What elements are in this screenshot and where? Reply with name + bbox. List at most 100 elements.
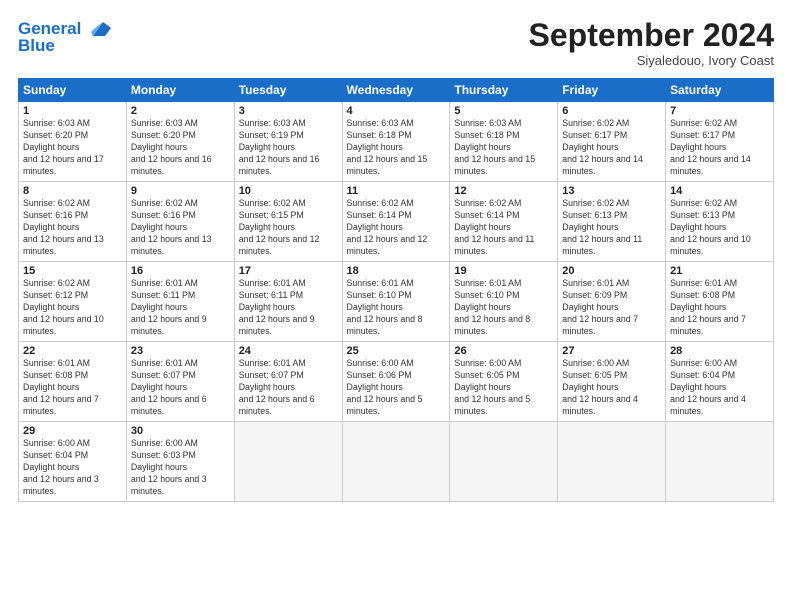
calendar-cell: 11 Sunrise: 6:02 AM Sunset: 6:14 PM Dayl… — [342, 182, 450, 262]
calendar-cell: 28 Sunrise: 6:00 AM Sunset: 6:04 PM Dayl… — [666, 342, 774, 422]
day-detail: Sunrise: 6:02 AM Sunset: 6:14 PM Dayligh… — [347, 198, 446, 257]
day-detail: Sunrise: 6:02 AM Sunset: 6:13 PM Dayligh… — [670, 198, 769, 257]
calendar-cell: 15 Sunrise: 6:02 AM Sunset: 6:12 PM Dayl… — [19, 262, 127, 342]
day-detail: Sunrise: 6:01 AM Sunset: 6:11 PM Dayligh… — [239, 278, 338, 337]
day-number: 28 — [670, 345, 769, 357]
day-number: 29 — [23, 425, 122, 437]
day-number: 12 — [454, 185, 553, 197]
day-number: 10 — [239, 185, 338, 197]
day-number: 22 — [23, 345, 122, 357]
col-header-saturday: Saturday — [666, 79, 774, 102]
day-detail: Sunrise: 6:01 AM Sunset: 6:07 PM Dayligh… — [131, 358, 230, 417]
day-detail: Sunrise: 6:01 AM Sunset: 6:09 PM Dayligh… — [562, 278, 661, 337]
day-detail: Sunrise: 6:01 AM Sunset: 6:07 PM Dayligh… — [239, 358, 338, 417]
day-detail: Sunrise: 6:02 AM Sunset: 6:12 PM Dayligh… — [23, 278, 122, 337]
calendar-cell: 18 Sunrise: 6:01 AM Sunset: 6:10 PM Dayl… — [342, 262, 450, 342]
calendar-cell: 21 Sunrise: 6:01 AM Sunset: 6:08 PM Dayl… — [666, 262, 774, 342]
day-detail: Sunrise: 6:03 AM Sunset: 6:18 PM Dayligh… — [347, 118, 446, 177]
day-detail: Sunrise: 6:00 AM Sunset: 6:04 PM Dayligh… — [23, 438, 122, 497]
calendar-cell: 19 Sunrise: 6:01 AM Sunset: 6:10 PM Dayl… — [450, 262, 558, 342]
day-number: 27 — [562, 345, 661, 357]
day-detail: Sunrise: 6:01 AM Sunset: 6:10 PM Dayligh… — [347, 278, 446, 337]
calendar-cell: 23 Sunrise: 6:01 AM Sunset: 6:07 PM Dayl… — [126, 342, 234, 422]
day-detail: Sunrise: 6:00 AM Sunset: 6:05 PM Dayligh… — [562, 358, 661, 417]
day-number: 14 — [670, 185, 769, 197]
day-number: 21 — [670, 265, 769, 277]
day-number: 7 — [670, 105, 769, 117]
day-number: 4 — [347, 105, 446, 117]
day-detail: Sunrise: 6:02 AM Sunset: 6:13 PM Dayligh… — [562, 198, 661, 257]
page: General Blue September 2024 Siyaledouo, … — [0, 0, 792, 612]
day-number: 16 — [131, 265, 230, 277]
calendar-cell — [234, 422, 342, 502]
calendar-cell: 12 Sunrise: 6:02 AM Sunset: 6:14 PM Dayl… — [450, 182, 558, 262]
day-detail: Sunrise: 6:02 AM Sunset: 6:16 PM Dayligh… — [23, 198, 122, 257]
calendar-week-row: 15 Sunrise: 6:02 AM Sunset: 6:12 PM Dayl… — [19, 262, 774, 342]
day-detail: Sunrise: 6:00 AM Sunset: 6:04 PM Dayligh… — [670, 358, 769, 417]
calendar-week-row: 1 Sunrise: 6:03 AM Sunset: 6:20 PM Dayli… — [19, 102, 774, 182]
day-number: 6 — [562, 105, 661, 117]
logo-bird-icon — [83, 18, 113, 40]
calendar-week-row: 8 Sunrise: 6:02 AM Sunset: 6:16 PM Dayli… — [19, 182, 774, 262]
day-number: 13 — [562, 185, 661, 197]
calendar-cell: 17 Sunrise: 6:01 AM Sunset: 6:11 PM Dayl… — [234, 262, 342, 342]
day-number: 24 — [239, 345, 338, 357]
calendar-cell: 7 Sunrise: 6:02 AM Sunset: 6:17 PM Dayli… — [666, 102, 774, 182]
col-header-sunday: Sunday — [19, 79, 127, 102]
calendar-cell: 1 Sunrise: 6:03 AM Sunset: 6:20 PM Dayli… — [19, 102, 127, 182]
calendar-header-row: SundayMondayTuesdayWednesdayThursdayFrid… — [19, 79, 774, 102]
day-detail: Sunrise: 6:00 AM Sunset: 6:05 PM Dayligh… — [454, 358, 553, 417]
day-detail: Sunrise: 6:02 AM Sunset: 6:17 PM Dayligh… — [670, 118, 769, 177]
calendar-cell: 14 Sunrise: 6:02 AM Sunset: 6:13 PM Dayl… — [666, 182, 774, 262]
calendar-cell: 4 Sunrise: 6:03 AM Sunset: 6:18 PM Dayli… — [342, 102, 450, 182]
day-detail: Sunrise: 6:00 AM Sunset: 6:03 PM Dayligh… — [131, 438, 230, 497]
calendar-cell: 25 Sunrise: 6:00 AM Sunset: 6:06 PM Dayl… — [342, 342, 450, 422]
day-number: 20 — [562, 265, 661, 277]
day-detail: Sunrise: 6:03 AM Sunset: 6:20 PM Dayligh… — [23, 118, 122, 177]
calendar-cell: 24 Sunrise: 6:01 AM Sunset: 6:07 PM Dayl… — [234, 342, 342, 422]
day-number: 25 — [347, 345, 446, 357]
calendar-cell: 5 Sunrise: 6:03 AM Sunset: 6:18 PM Dayli… — [450, 102, 558, 182]
header: General Blue September 2024 Siyaledouo, … — [18, 18, 774, 68]
col-header-thursday: Thursday — [450, 79, 558, 102]
calendar-cell: 26 Sunrise: 6:00 AM Sunset: 6:05 PM Dayl… — [450, 342, 558, 422]
day-detail: Sunrise: 6:01 AM Sunset: 6:08 PM Dayligh… — [670, 278, 769, 337]
day-detail: Sunrise: 6:02 AM Sunset: 6:15 PM Dayligh… — [239, 198, 338, 257]
day-number: 23 — [131, 345, 230, 357]
calendar-cell: 27 Sunrise: 6:00 AM Sunset: 6:05 PM Dayl… — [558, 342, 666, 422]
day-number: 3 — [239, 105, 338, 117]
col-header-wednesday: Wednesday — [342, 79, 450, 102]
day-detail: Sunrise: 6:03 AM Sunset: 6:19 PM Dayligh… — [239, 118, 338, 177]
col-header-monday: Monday — [126, 79, 234, 102]
calendar-cell: 9 Sunrise: 6:02 AM Sunset: 6:16 PM Dayli… — [126, 182, 234, 262]
day-detail: Sunrise: 6:03 AM Sunset: 6:20 PM Dayligh… — [131, 118, 230, 177]
calendar-cell — [342, 422, 450, 502]
day-number: 5 — [454, 105, 553, 117]
logo: General Blue — [18, 18, 113, 56]
day-detail: Sunrise: 6:01 AM Sunset: 6:11 PM Dayligh… — [131, 278, 230, 337]
day-number: 30 — [131, 425, 230, 437]
calendar-table: SundayMondayTuesdayWednesdayThursdayFrid… — [18, 78, 774, 502]
day-number: 1 — [23, 105, 122, 117]
month-title: September 2024 — [529, 18, 774, 53]
calendar-cell: 3 Sunrise: 6:03 AM Sunset: 6:19 PM Dayli… — [234, 102, 342, 182]
calendar-cell: 2 Sunrise: 6:03 AM Sunset: 6:20 PM Dayli… — [126, 102, 234, 182]
day-number: 18 — [347, 265, 446, 277]
day-detail: Sunrise: 6:01 AM Sunset: 6:10 PM Dayligh… — [454, 278, 553, 337]
day-number: 9 — [131, 185, 230, 197]
day-detail: Sunrise: 6:02 AM Sunset: 6:17 PM Dayligh… — [562, 118, 661, 177]
col-header-friday: Friday — [558, 79, 666, 102]
day-number: 11 — [347, 185, 446, 197]
day-number: 8 — [23, 185, 122, 197]
calendar-cell: 8 Sunrise: 6:02 AM Sunset: 6:16 PM Dayli… — [19, 182, 127, 262]
calendar-cell: 16 Sunrise: 6:01 AM Sunset: 6:11 PM Dayl… — [126, 262, 234, 342]
calendar-week-row: 22 Sunrise: 6:01 AM Sunset: 6:08 PM Dayl… — [19, 342, 774, 422]
calendar-cell — [558, 422, 666, 502]
day-detail: Sunrise: 6:02 AM Sunset: 6:16 PM Dayligh… — [131, 198, 230, 257]
day-number: 26 — [454, 345, 553, 357]
day-detail: Sunrise: 6:01 AM Sunset: 6:08 PM Dayligh… — [23, 358, 122, 417]
calendar-cell — [450, 422, 558, 502]
calendar-cell: 6 Sunrise: 6:02 AM Sunset: 6:17 PM Dayli… — [558, 102, 666, 182]
col-header-tuesday: Tuesday — [234, 79, 342, 102]
day-detail: Sunrise: 6:03 AM Sunset: 6:18 PM Dayligh… — [454, 118, 553, 177]
